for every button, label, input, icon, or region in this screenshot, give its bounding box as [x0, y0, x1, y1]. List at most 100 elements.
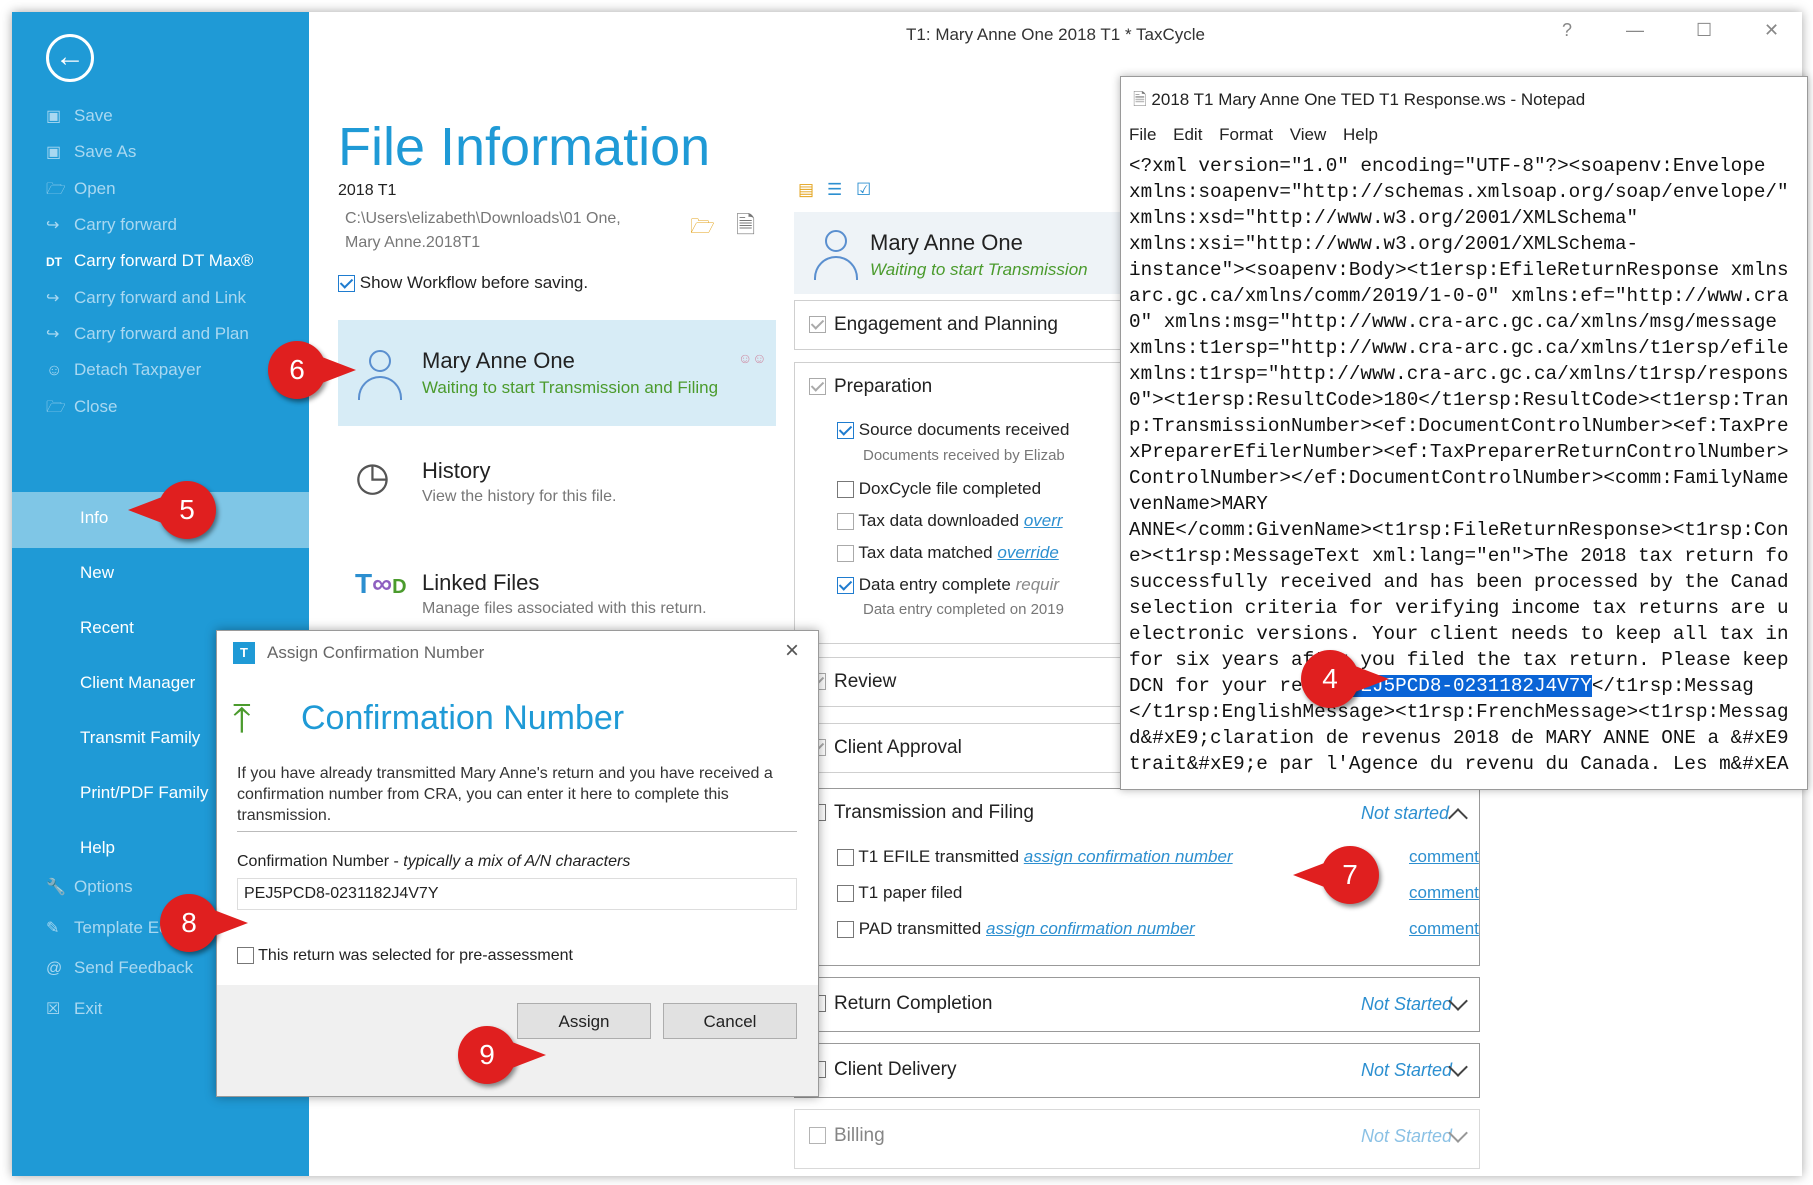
back-arrow-icon[interactable]: ← [46, 34, 94, 82]
menu-format[interactable]: Format [1219, 125, 1273, 144]
prep-item-data-entry[interactable]: Data entry complete requir [837, 575, 1059, 595]
close-window-button[interactable]: ✕ [1764, 20, 1779, 41]
sidebar-item-new[interactable]: New [80, 563, 114, 583]
sidebar-item-close[interactable]: 🗁 Close [46, 394, 117, 420]
sidebar-item-options[interactable]: 🔧 Options [46, 874, 133, 900]
sidebar-item-label: Carry forward and Link [74, 288, 246, 307]
trans-item-paper[interactable]: T1 paper filed [837, 883, 962, 903]
maximize-button[interactable]: ☐ [1696, 20, 1712, 41]
checkbox[interactable] [837, 577, 854, 595]
checkbox[interactable] [837, 481, 854, 499]
sidebar-item-carry-forward-plan[interactable]: ↪ Carry forward and Plan [46, 321, 249, 347]
notepad-line: d&#xE9;claration de revenus 2018 de MARY… [1129, 727, 1789, 749]
panel-title: Client Approval [834, 737, 962, 758]
callout-7-arrow [1293, 862, 1327, 888]
checkbox[interactable] [809, 378, 826, 396]
callout-4-arrow [1355, 666, 1389, 692]
sidebar-item-carry-forward-dt-max[interactable]: DT Carry forward DT Max® [46, 248, 253, 274]
sidebar-item-recent[interactable]: Recent [80, 618, 134, 638]
sidebar-item-transmit-family[interactable]: Transmit Family [80, 728, 200, 748]
sidebar-item-carry-forward-link[interactable]: ↪ Carry forward and Link [46, 285, 246, 311]
notepad-line: e><t1rsp:MessageText xml:lang="en">The 2… [1129, 545, 1789, 567]
sidebar-item-label: Close [74, 397, 118, 416]
panel-billing[interactable]: Billing Not Started [794, 1109, 1480, 1169]
checkbox[interactable] [837, 545, 854, 563]
prep-item-doxcycle[interactable]: DoxCycle file completed [837, 479, 1041, 499]
prep-item-tax-matched[interactable]: Tax data matched override [837, 543, 1059, 563]
confirmation-number-input[interactable]: PEJ5PCD8-0231182J4V7Y [237, 878, 797, 910]
assign-confirmation-link[interactable]: assign confirmation number [1024, 847, 1233, 866]
workflow-toolbar-icon-3[interactable]: ☑ [856, 180, 871, 200]
callout-5-arrow [128, 497, 162, 523]
checkbox[interactable] [837, 422, 854, 440]
sidebar-item-help[interactable]: Help [80, 838, 115, 858]
item-label: Source documents received [858, 420, 1070, 439]
help-icon[interactable]: ? [1562, 20, 1572, 41]
notepad-icon: 🗎 [1133, 90, 1147, 109]
override-link[interactable]: override [997, 543, 1058, 562]
prep-item-source-docs[interactable]: Source documents received [837, 420, 1069, 440]
checkbox[interactable] [837, 885, 854, 903]
menu-view[interactable]: View [1290, 125, 1327, 144]
status-not-started: Not Started [1361, 994, 1453, 1014]
sidebar-item-exit[interactable]: ☒ Exit [46, 996, 102, 1022]
tax-year: 2018 T1 [338, 182, 397, 199]
workflow-toolbar-icon-2[interactable]: ☰ [827, 180, 842, 200]
item-label: PAD transmitted [858, 919, 982, 938]
checkbox[interactable] [837, 849, 854, 867]
sidebar-item-save[interactable]: ▣ Save [46, 103, 113, 129]
notepad-line: ControlNumber></ef:DocumentControlNumber… [1129, 467, 1789, 489]
history-title[interactable]: History [422, 458, 490, 484]
cancel-button[interactable]: Cancel [663, 1003, 797, 1039]
dialog-close-icon[interactable]: × [785, 637, 799, 665]
sidebar-item-detach-taxpayer[interactable]: ☺ Detach Taxpayer [46, 357, 201, 383]
family-icon[interactable]: ☺☺ [738, 350, 767, 366]
trans-item-pad[interactable]: PAD transmitted assign confirmation numb… [837, 919, 1195, 939]
notepad-line: 0"><t1ersp:ResultCode>180</t1ersp:Result… [1129, 389, 1789, 411]
open-folder-icon[interactable]: 🗁 [690, 212, 715, 246]
notepad-text-area[interactable]: <?xml version="1.0" encoding="UTF-8"?><s… [1129, 153, 1805, 777]
workflow-toolbar-icon-1[interactable]: ▤ [798, 180, 814, 200]
notepad-menubar: File Edit Format View Help [1129, 125, 1378, 145]
callout-6: 6 [268, 341, 326, 399]
panel-client-delivery[interactable]: Client Delivery Not Started [794, 1043, 1480, 1098]
menu-help[interactable]: Help [1343, 125, 1378, 144]
sidebar-item-print-pdf-family[interactable]: Print/PDF Family [80, 783, 208, 803]
checkbox[interactable] [837, 921, 854, 939]
notepad-line: xmlns:xsi="http://www.w3.org/2001/XMLSch… [1129, 233, 1639, 255]
assign-button[interactable]: Assign [517, 1003, 651, 1039]
notepad-line: trait&#xE9;e par l'Agence du revenu du C… [1129, 753, 1789, 775]
sidebar-item-open[interactable]: 🗁 Open [46, 176, 116, 202]
workflow-client-name: Mary Anne One [870, 230, 1023, 255]
sidebar-item-info[interactable]: Info [80, 508, 108, 528]
comment-link[interactable]: comment [1409, 919, 1479, 939]
menu-file[interactable]: File [1129, 125, 1156, 144]
trans-item-efile[interactable]: T1 EFILE transmitted assign confirmation… [837, 847, 1233, 867]
linked-files-title[interactable]: Linked Files [422, 570, 539, 596]
item-label: Tax data matched [858, 543, 993, 562]
comment-link[interactable]: comment [1409, 883, 1479, 903]
sidebar-item-carry-forward[interactable]: ↪ Carry forward [46, 212, 177, 238]
checkbox[interactable] [809, 316, 826, 334]
checkbox[interactable] [338, 275, 355, 293]
sidebar-item-save-as[interactable]: ▣ Save As [46, 139, 136, 165]
override-link[interactable]: overr [1024, 511, 1063, 530]
panel-return-completion[interactable]: Return Completion Not Started [794, 977, 1480, 1032]
checkbox[interactable] [809, 1127, 826, 1145]
carry-forward-icon: ↪ [46, 217, 60, 234]
menu-edit[interactable]: Edit [1173, 125, 1202, 144]
checkbox[interactable] [237, 947, 254, 965]
minimize-button[interactable]: — [1626, 20, 1644, 41]
checkbox[interactable] [837, 513, 854, 531]
sidebar-item-send-feedback[interactable]: @ Send Feedback [46, 955, 193, 981]
file-path-line1: C:\Users\elizabeth\Downloads\01 One, [345, 210, 621, 227]
prep-item-tax-downloaded[interactable]: Tax data downloaded overr [837, 511, 1063, 531]
client-card[interactable]: Mary Anne One Waiting to start Transmiss… [338, 320, 776, 426]
copy-path-icon[interactable]: 🗎 [736, 208, 755, 249]
preassessment-checkbox[interactable]: This return was selected for pre-assessm… [237, 947, 573, 965]
sidebar-item-client-manager[interactable]: Client Manager [80, 673, 195, 693]
chevron-up-icon[interactable] [1448, 808, 1468, 828]
assign-confirmation-link[interactable]: assign confirmation number [986, 919, 1195, 938]
comment-link[interactable]: comment [1409, 847, 1479, 867]
show-workflow-checkbox[interactable]: Show Workflow before saving. [338, 273, 588, 293]
